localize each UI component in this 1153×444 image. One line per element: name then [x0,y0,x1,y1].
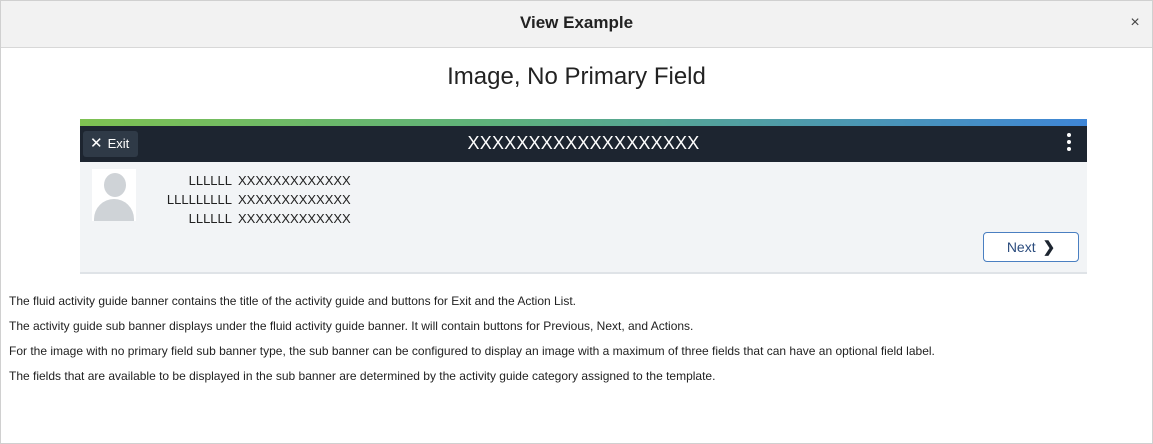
avatar-icon [92,169,136,221]
field-row: LLLLLL XXXXXXXXXXXXX [140,171,351,190]
field-value: XXXXXXXXXXXXX [238,211,351,226]
banner-accent-bar [80,119,1087,126]
field-row: LLLLLL XXXXXXXXXXXXX [140,209,351,228]
description-paragraph: The activity guide sub banner displays u… [9,319,694,333]
dialog-header: View Example × [1,1,1152,48]
field-label: LLLLLL [188,211,232,226]
field-value: XXXXXXXXXXXXX [238,173,351,188]
activity-guide-sub-banner: LLLLLL XXXXXXXXXXXXX LLLLLLLLL XXXXXXXXX… [80,162,1087,274]
activity-guide-banner-example: ✕ Exit XXXXXXXXXXXXXXXXXXX LLLLLL XXXXXX… [80,119,1087,274]
dialog-title: View Example [519,13,634,32]
example-heading: Image, No Primary Field [447,63,706,90]
close-icon[interactable]: × [1126,14,1144,32]
banner-title: XXXXXXXXXXXXXXXXXXX [467,133,700,153]
description-paragraph: The fields that are available to be disp… [9,369,716,383]
fluid-activity-guide-banner: ✕ Exit XXXXXXXXXXXXXXXXXXX [80,126,1087,162]
next-button[interactable]: Next ❯ [983,232,1079,262]
sub-banner-fields: LLLLLL XXXXXXXXXXXXX LLLLLLLLL XXXXXXXXX… [140,171,351,228]
view-example-dialog: View Example × Image, No Primary Field ✕… [0,0,1153,444]
field-label: LLLLLL [188,173,232,188]
kebab-menu-icon[interactable] [1066,133,1072,155]
description: The fluid activity guide banner contains… [9,294,1144,394]
field-label: LLLLLLLLL [166,192,232,207]
chevron-right-icon: ❯ [1042,239,1056,256]
next-button-label: Next [1006,239,1036,255]
description-paragraph: The fluid activity guide banner contains… [9,294,577,308]
description-paragraph: For the image with no primary field sub … [9,344,935,358]
field-value: XXXXXXXXXXXXX [238,192,351,207]
field-row: LLLLLLLLL XXXXXXXXXXXXX [140,190,351,209]
